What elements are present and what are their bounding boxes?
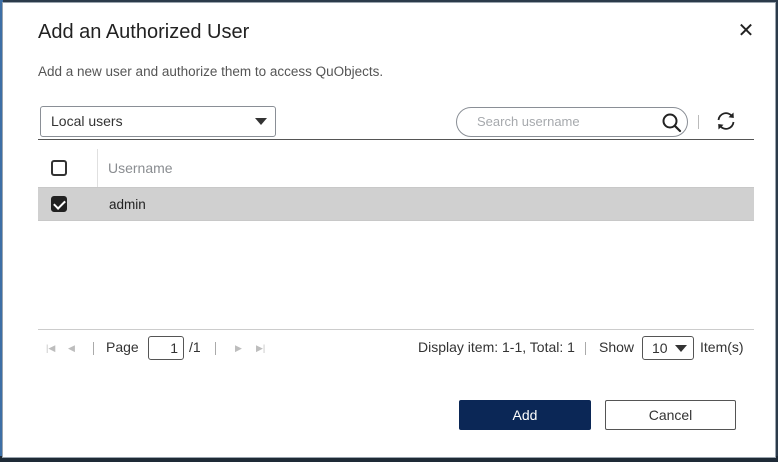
dialog-title: Add an Authorized User [38, 21, 250, 43]
add-authorized-user-dialog: Add an Authorized User ✕ Add a new user … [2, 2, 776, 458]
page-number-input[interactable]: 1 [148, 336, 184, 360]
table-row[interactable]: admin [38, 187, 754, 221]
pager-separator [93, 342, 94, 355]
add-button[interactable]: Add [459, 400, 591, 430]
search-icon[interactable] [661, 112, 683, 134]
column-divider [97, 149, 98, 187]
search-box [456, 107, 688, 137]
pager-separator [585, 342, 586, 355]
next-page-icon[interactable]: ▶ [235, 343, 242, 354]
users-table: Username admin [38, 139, 754, 221]
pagination-bar: |◀ ◀ Page 1 /1 ▶ ▶| Display item: 1-1, T… [38, 336, 754, 362]
chevron-down-icon [675, 345, 687, 352]
column-header-username: Username [108, 160, 173, 176]
page-size-value: 10 [652, 340, 668, 356]
table-header: Username [38, 139, 754, 187]
show-label: Show [599, 339, 635, 355]
total-pages: /1 [189, 339, 201, 355]
last-page-icon[interactable]: ▶| [256, 343, 265, 354]
page-label: Page [106, 339, 139, 355]
user-type-select[interactable]: Local users [40, 106, 276, 137]
refresh-icon[interactable] [714, 109, 738, 133]
toolbar-divider [698, 115, 699, 129]
row-checkbox[interactable] [51, 196, 67, 212]
user-type-value: Local users [51, 113, 123, 129]
search-input[interactable] [477, 114, 647, 129]
display-info: Display item: 1-1, Total: 1 [418, 339, 575, 355]
pager-separator [215, 342, 216, 355]
select-all-checkbox[interactable] [51, 160, 67, 176]
dialog-subtitle: Add a new user and authorize them to acc… [38, 64, 384, 79]
cancel-button[interactable]: Cancel [605, 400, 736, 430]
items-label: Item(s) [700, 339, 744, 355]
username-cell: admin [109, 197, 146, 212]
page-size-select[interactable]: 10 [642, 336, 694, 360]
pager-divider [38, 329, 754, 330]
chevron-down-icon [255, 118, 267, 125]
close-icon[interactable]: ✕ [735, 20, 757, 42]
first-page-icon[interactable]: |◀ [46, 343, 55, 354]
prev-page-icon[interactable]: ◀ [68, 343, 75, 354]
